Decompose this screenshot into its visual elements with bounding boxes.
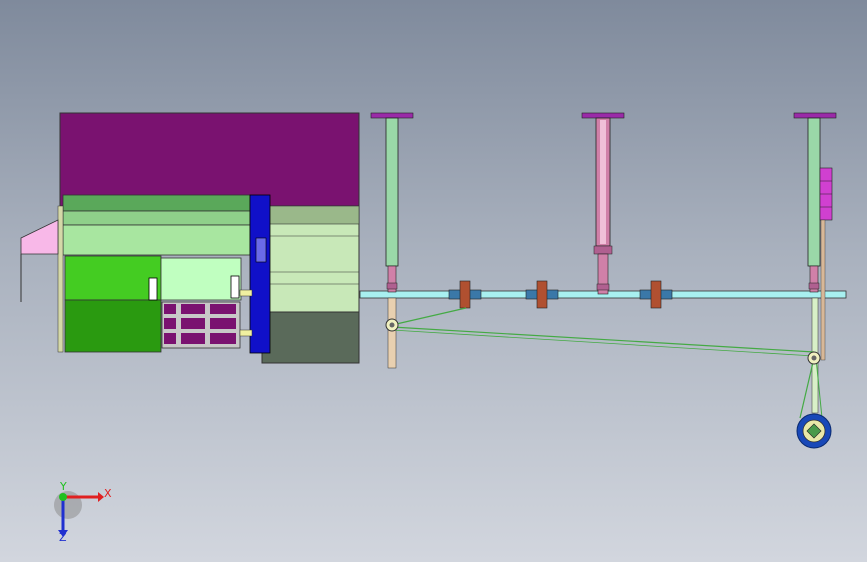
shaft-nut-2 xyxy=(525,280,559,309)
dark-green-box[interactable] xyxy=(64,299,162,353)
cylinder-right[interactable] xyxy=(793,112,837,414)
cad-model-view[interactable]: X Y Z xyxy=(0,0,867,562)
yellow-strip-2 xyxy=(239,329,253,337)
housing-top-block[interactable] xyxy=(59,112,360,207)
green-panel-top[interactable] xyxy=(62,194,251,212)
drive-wheel[interactable] xyxy=(796,413,832,449)
handle-slot-1 xyxy=(148,277,158,301)
triad-x-label: X xyxy=(104,487,112,500)
green-panel-wide[interactable] xyxy=(62,224,251,256)
triad-origin-shadow xyxy=(54,491,82,519)
triad-y-label: Y xyxy=(59,480,67,493)
housing-dark-block[interactable] xyxy=(261,311,360,364)
shaft-nut-3 xyxy=(639,280,673,309)
triad-z-label: Z xyxy=(59,531,67,544)
housing-assembly[interactable] xyxy=(20,112,360,364)
housing-band-1 xyxy=(261,205,360,225)
cylinder-middle[interactable] xyxy=(581,112,625,295)
pink-wedge[interactable] xyxy=(20,219,59,255)
axis-triad: X Y Z xyxy=(54,480,112,544)
blue-plate-slot xyxy=(255,237,267,263)
vent-grid[interactable] xyxy=(161,301,241,349)
shaft-nut-1 xyxy=(448,280,482,309)
left-edge-strip xyxy=(57,205,64,353)
blue-plate[interactable] xyxy=(249,194,271,354)
light-mint-panel[interactable] xyxy=(160,257,242,301)
handle-slot-2 xyxy=(230,275,240,299)
yellow-strip xyxy=(239,289,253,297)
bright-green-box[interactable] xyxy=(64,255,162,301)
green-panel-mid[interactable] xyxy=(62,210,251,226)
graphics-viewport[interactable]: X Y Z xyxy=(0,0,867,562)
linkage[interactable] xyxy=(385,307,823,419)
